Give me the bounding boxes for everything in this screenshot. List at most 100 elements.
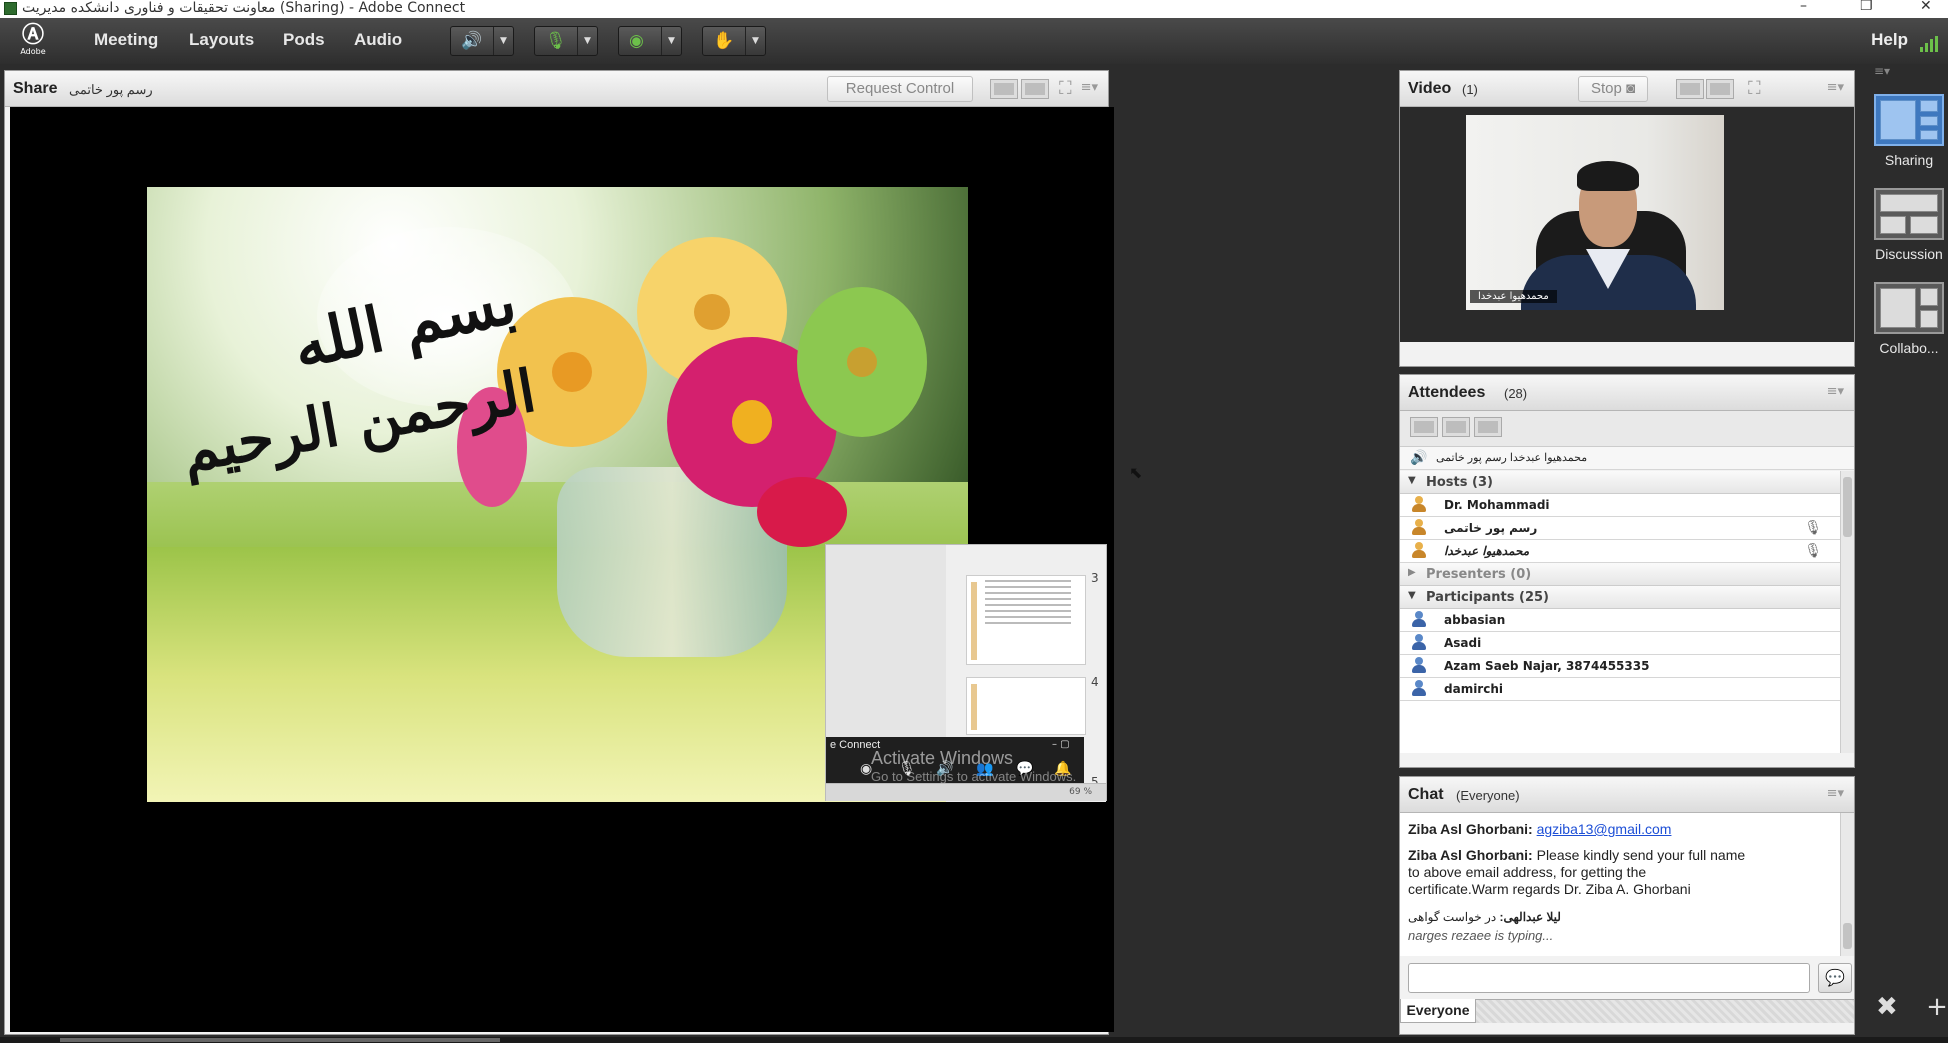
layout-discussion-thumb — [1874, 188, 1944, 240]
help-menu[interactable]: Help — [1871, 30, 1908, 50]
expand-triangle-icon: ▶ — [1408, 567, 1416, 578]
connection-signal-icon — [1920, 36, 1942, 52]
zoom-level: 69 % — [1069, 787, 1092, 797]
bottom-scrollbar[interactable] — [0, 1037, 1948, 1043]
video-pod-title: Video — [1408, 80, 1452, 97]
list-item[interactable]: Dr. Mohammadi — [1400, 494, 1840, 517]
thumbnail-number-3: 3 — [1091, 571, 1099, 585]
video-grid-icon[interactable] — [1676, 79, 1704, 99]
video-pod-header: Video (1) Stop ◙ ⛶ ≡▾ — [1400, 71, 1854, 107]
chat-pod-header: Chat (Everyone) ≡▾ — [1400, 777, 1854, 813]
chat-input[interactable] — [1408, 963, 1810, 993]
typing-indicator: narges rezaee is typing... — [1408, 928, 1554, 943]
maximize-button[interactable]: ❐ — [1860, 0, 1873, 14]
participants-group[interactable]: ▼ Participants (25) — [1400, 586, 1840, 609]
layout-sharing[interactable]: Sharing — [1874, 94, 1944, 168]
request-control-button[interactable]: Request Control — [827, 76, 973, 102]
window-title: معاونت تحقیقات و فناوری دانشکده مدیریت (… — [22, 0, 466, 16]
chevron-down-icon[interactable]: ▼ — [577, 27, 597, 55]
microphone-button[interactable]: 🎙 ▼ — [534, 26, 598, 56]
speaker-icon: 🔊 — [461, 31, 483, 51]
share-pod-header: Share رسم پور خاتمی Request Control ⛶ ≡▾ — [5, 71, 1108, 107]
attendees-count: (28) — [1504, 386, 1528, 401]
list-item[interactable]: damirchi — [1400, 678, 1840, 701]
chat-tab-everyone[interactable]: Everyone — [1400, 999, 1476, 1023]
fullscreen-icon[interactable]: ⛶ — [1059, 78, 1072, 99]
attendees-pod-title: Attendees — [1408, 384, 1486, 401]
pod-options-icon[interactable]: ≡▾ — [1827, 384, 1844, 399]
chat-pod: Chat (Everyone) ≡▾ Ziba Asl Ghorbani: ag… — [1399, 776, 1855, 1035]
layout-collaboration[interactable]: Collabo... — [1874, 282, 1944, 356]
chevron-down-icon[interactable]: ▼ — [745, 27, 765, 55]
slide-thumbnail-3[interactable] — [966, 575, 1086, 665]
stop-video-button[interactable]: Stop ◙ — [1578, 76, 1648, 102]
list-item[interactable]: محمدهیوا عبدخدا 🎙 — [1400, 540, 1840, 563]
hosts-label: Hosts (3) — [1426, 475, 1493, 490]
list-item[interactable]: abbasian — [1400, 609, 1840, 632]
chat-message: Ziba Asl Ghorbani: Please kindly send yo… — [1408, 847, 1748, 898]
layout-collaboration-thumb — [1874, 282, 1944, 334]
raise-hand-button[interactable]: ✋ ▼ — [702, 26, 766, 56]
participant-icon — [1412, 657, 1430, 675]
microphone-icon: 🎙 — [1804, 519, 1822, 535]
attendee-scrollbar[interactable] — [1840, 471, 1854, 753]
fullscreen-icon[interactable]: ⛶ — [1748, 78, 1761, 99]
layout-discussion[interactable]: Discussion — [1874, 188, 1944, 262]
slide-thumbnail-4[interactable] — [966, 677, 1086, 735]
layout-label: Discussion — [1875, 246, 1943, 262]
microphone-icon: 🎙 — [545, 31, 567, 51]
list-item[interactable]: Azam Saeb Najar, 3874455335 — [1400, 655, 1840, 678]
webcam-feed[interactable]: محمدهیوا عبدخدا — [1466, 115, 1724, 310]
add-layout-icon[interactable]: + — [1926, 992, 1948, 1022]
presenters-group[interactable]: ▶ Presenters (0) — [1400, 563, 1840, 586]
participant-icon — [1412, 611, 1430, 629]
chat-text: در خواست گواهی — [1408, 910, 1497, 924]
collapse-triangle-icon: ▼ — [1408, 475, 1416, 486]
menu-layouts[interactable]: Layouts — [189, 30, 254, 50]
speaker-button[interactable]: 🔊 ▼ — [450, 26, 514, 56]
video-area: محمدهیوا عبدخدا — [1400, 107, 1854, 342]
send-message-button[interactable]: 💬 — [1818, 963, 1852, 993]
status-view-icon[interactable] — [1474, 417, 1502, 437]
webcam-icon: ◉ — [629, 31, 644, 51]
pod-options-icon[interactable]: ≡▾ — [1081, 80, 1098, 95]
chat-sender: Ziba Asl Ghorbani: — [1408, 847, 1533, 863]
list-item[interactable]: Asadi — [1400, 632, 1840, 655]
pod-options-icon[interactable]: ≡▾ — [1827, 80, 1844, 95]
chat-email-link[interactable]: agziba13@gmail.com — [1537, 821, 1672, 837]
participant-icon — [1412, 680, 1430, 698]
menu-pods[interactable]: Pods — [283, 30, 325, 50]
share-pod-title: Share — [13, 80, 58, 97]
fit-width-icon[interactable] — [990, 79, 1018, 99]
actual-size-icon[interactable] — [1021, 79, 1049, 99]
mini-minimize-icon[interactable]: – ▢ — [1052, 739, 1070, 750]
tools-icon[interactable]: ✖ — [1876, 992, 1898, 1022]
layout-actions: ✖ + — [1876, 992, 1948, 1022]
minimize-button[interactable]: – — [1800, 0, 1807, 14]
webcam-button[interactable]: ◉ ▼ — [618, 26, 682, 56]
share-presenter-name: رسم پور خاتمی — [69, 82, 153, 97]
list-item[interactable]: رسم پور خاتمی 🎙 — [1400, 517, 1840, 540]
speech-bubble-icon: 💬 — [1825, 968, 1845, 987]
layouts-bar: ≡▾ Sharing Discussion Collabo... — [1870, 64, 1948, 1043]
hosts-group[interactable]: ▼ Hosts (3) — [1400, 471, 1840, 494]
attendee-name: محمدهیوا عبدخدا — [1444, 544, 1530, 558]
mini-status-bar: 69 % — [826, 783, 1106, 801]
chat-scrollbar[interactable] — [1840, 813, 1854, 956]
video-filmstrip-icon[interactable] — [1706, 79, 1734, 99]
chevron-down-icon[interactable]: ▼ — [661, 27, 681, 55]
attendee-name: Azam Saeb Najar, 3874455335 — [1444, 659, 1650, 673]
attendee-name: abbasian — [1444, 613, 1506, 627]
breakout-view-icon[interactable] — [1442, 417, 1470, 437]
chevron-down-icon[interactable]: ▼ — [493, 27, 513, 55]
menu-meeting[interactable]: Meeting — [94, 30, 158, 50]
close-window-button[interactable]: ✕ — [1920, 0, 1932, 14]
flower-red — [757, 477, 847, 547]
pod-options-icon[interactable]: ≡▾ — [1827, 786, 1844, 801]
menubar: Ⓐ Adobe Meeting Layouts Pods Audio 🔊 ▼ 🎙… — [0, 18, 1948, 64]
attendees-pod-header: Attendees (28) ≡▾ — [1400, 375, 1854, 411]
menu-audio[interactable]: Audio — [354, 30, 402, 50]
attendee-name: Asadi — [1444, 636, 1482, 650]
list-view-icon[interactable] — [1410, 417, 1438, 437]
layouts-menu-icon[interactable]: ≡▾ — [1874, 64, 1890, 78]
